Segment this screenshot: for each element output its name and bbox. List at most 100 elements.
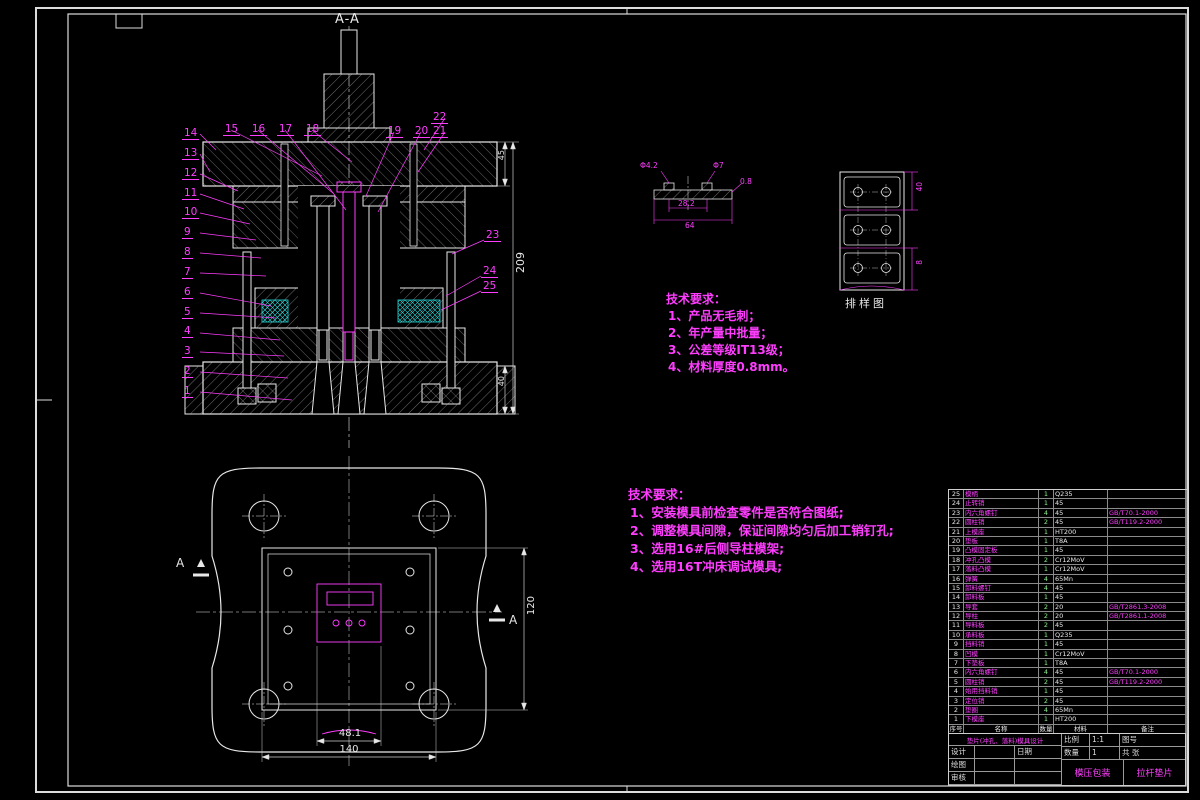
balloon-label: 13 (182, 146, 200, 160)
tech-items: 1、产品无毛刺； 2、年产量中批量； 3、公差等级IT13级； 4、材料厚度0.8mm… (666, 308, 795, 376)
part-material: T8A (1054, 536, 1108, 547)
draw-label: 绘图 (949, 759, 975, 772)
date-label: 日期 (1015, 746, 1061, 759)
part-qty: 2 (1039, 555, 1054, 566)
part-material: 45 (1054, 640, 1108, 650)
balloon-label: 7 (182, 265, 193, 279)
part-remark: GB/T119.2-2000 (1108, 518, 1187, 528)
part-qty: 1 (1039, 715, 1054, 725)
part-material: 45 (1054, 621, 1108, 631)
balloon-label: 18 (303, 123, 322, 136)
part-material: Cr12MoV (1054, 555, 1108, 566)
part-remark (1108, 546, 1187, 556)
tech-requirements-right: 技术要求： 1、产品无毛刺； 2、年产量中批量； 3、公差等级IT13级； 4、材料厚… (666, 291, 795, 376)
part-qty: 2 (1039, 602, 1054, 613)
parts-table-row: 23 内六角螺钉 4 45 GB/T70.1-2000 (949, 508, 1187, 519)
part-seq: 11 (949, 621, 964, 631)
tech-title: 技术要求： (628, 487, 691, 502)
part-material: 45 (1054, 687, 1108, 697)
title-names: 模压包装 拉杆垫片 (1062, 760, 1185, 785)
scale-row: 比例 1:1 图号 (1062, 734, 1185, 747)
part-seq: 17 (949, 565, 964, 575)
part-remark: GB/T2861.3-2008 (1108, 603, 1187, 613)
draw-name (975, 759, 1015, 772)
part-seq: 22 (949, 518, 964, 528)
part-qty: 2 (1039, 612, 1054, 622)
part-name: 挡料销 (964, 640, 1039, 650)
dim-bottom: 40 (497, 376, 506, 387)
cad-drawing-sheet: A-A 14 13 12 11 10 9 8 7 6 5 4 3 2 1 15 16 17 18 19 20 22… (0, 0, 1200, 800)
part-name: 下模座 (964, 715, 1039, 725)
balloons-top-a: 15 16 17 18 (218, 117, 326, 136)
part-seq: 21 (949, 527, 964, 537)
part-seq: 13 (949, 602, 964, 613)
tech-item: 3、公差等级IT13级； (668, 343, 790, 357)
part-qty: 1 (1039, 546, 1054, 556)
signature-grid: 设计 日期 绘图 审核 (949, 746, 1061, 785)
part-name: 始用挡料销 (964, 687, 1039, 697)
part-qty: 2 (1039, 677, 1054, 688)
part-qty: 1 (1039, 565, 1054, 575)
part-remark (1108, 631, 1187, 641)
part-material: Q235 (1054, 630, 1108, 641)
parts-table-row: 10 承料板 1 Q235 (949, 630, 1187, 641)
part-name: 凹模 (964, 649, 1039, 660)
part-material: 65Mn (1054, 574, 1108, 584)
part-remark (1108, 565, 1187, 575)
parts-table-row: 13 导套 2 20 GB/T2861.3-2008 (949, 602, 1187, 613)
part-seq: 6 (949, 668, 964, 678)
part-name: 拉杆垫片 (1136, 769, 1173, 779)
balloon-label: 5 (182, 305, 193, 319)
part-remark (1108, 640, 1187, 650)
section-mark-a-right: A (509, 613, 518, 627)
part-seq: 24 (949, 499, 964, 509)
part-material: 65Mn (1054, 705, 1108, 716)
part-seq: 1 (949, 715, 964, 725)
tech-item: 1、安装模具前检查零件是否符合图纸; (630, 505, 844, 520)
part-qty: 1 (1039, 640, 1054, 650)
check-date (1015, 772, 1061, 785)
part-section-view (653, 170, 742, 224)
parts-table-row: 16 弹簧 4 65Mn (949, 574, 1187, 584)
part-remark: GB/T70.1-2000 (1108, 668, 1187, 678)
part-qty: 1 (1039, 527, 1054, 537)
part-remark (1108, 584, 1187, 594)
part-material: 45 (1054, 593, 1108, 603)
parts-table-row: 19 凸模固定板 1 45 (949, 546, 1187, 556)
parts-table-row: 25 模柄 1 Q235 (949, 490, 1187, 500)
balloons-top-b: 19 20 (381, 119, 435, 138)
part-name: 弹簧 (964, 574, 1039, 584)
section-mark-a-left: A (176, 556, 185, 570)
title-block: 垫片(冲孔、落料)模具设计 设计 日期 绘图 审核 比例 1:1 图号 数量 1… (948, 733, 1186, 786)
dim-strip-pitch: 40 (915, 182, 924, 192)
section-title: A-A (335, 12, 360, 27)
part-name: 止转销 (964, 499, 1039, 509)
scale-label: 比例 (1062, 734, 1090, 746)
plan-dimensions (261, 547, 528, 762)
balloon-label: 9 (182, 226, 193, 240)
part-material: 20 (1054, 612, 1108, 622)
part-seq: 20 (949, 536, 964, 547)
balloon-label: 25 (481, 280, 499, 293)
parts-table-row: 24 止转销 1 45 (949, 499, 1187, 509)
dim-strip-margin: 8 (915, 260, 924, 265)
part-seq: 2 (949, 705, 964, 716)
part-remark (1108, 499, 1187, 509)
title-block-right: 比例 1:1 图号 数量 1 共 张 模压包装 拉杆垫片 (1062, 734, 1185, 785)
tech-item: 2、调整模具间隙，保证间隙均匀后加工销钉孔; (630, 523, 894, 538)
balloon-label: 12 (182, 166, 200, 180)
dim-part-thickness: 0.8 (740, 177, 752, 186)
part-material: 45 (1054, 546, 1108, 556)
part-remark (1108, 706, 1187, 716)
part-seq: 23 (949, 508, 964, 519)
part-seq: 5 (949, 677, 964, 688)
tech-items: 1、安装模具前检查零件是否符合图纸; 2、调整模具间隙，保证间隙均匀后加工销钉孔;… (628, 504, 894, 576)
part-qty: 1 (1039, 630, 1054, 641)
dim-part-span: 28.2 (678, 199, 695, 208)
part-remark (1108, 556, 1187, 566)
part-qty: 1 (1039, 593, 1054, 603)
part-remark (1108, 537, 1187, 547)
part-material: HT200 (1054, 527, 1108, 537)
part-remark (1108, 687, 1187, 697)
balloon-label: 10 (182, 206, 200, 220)
